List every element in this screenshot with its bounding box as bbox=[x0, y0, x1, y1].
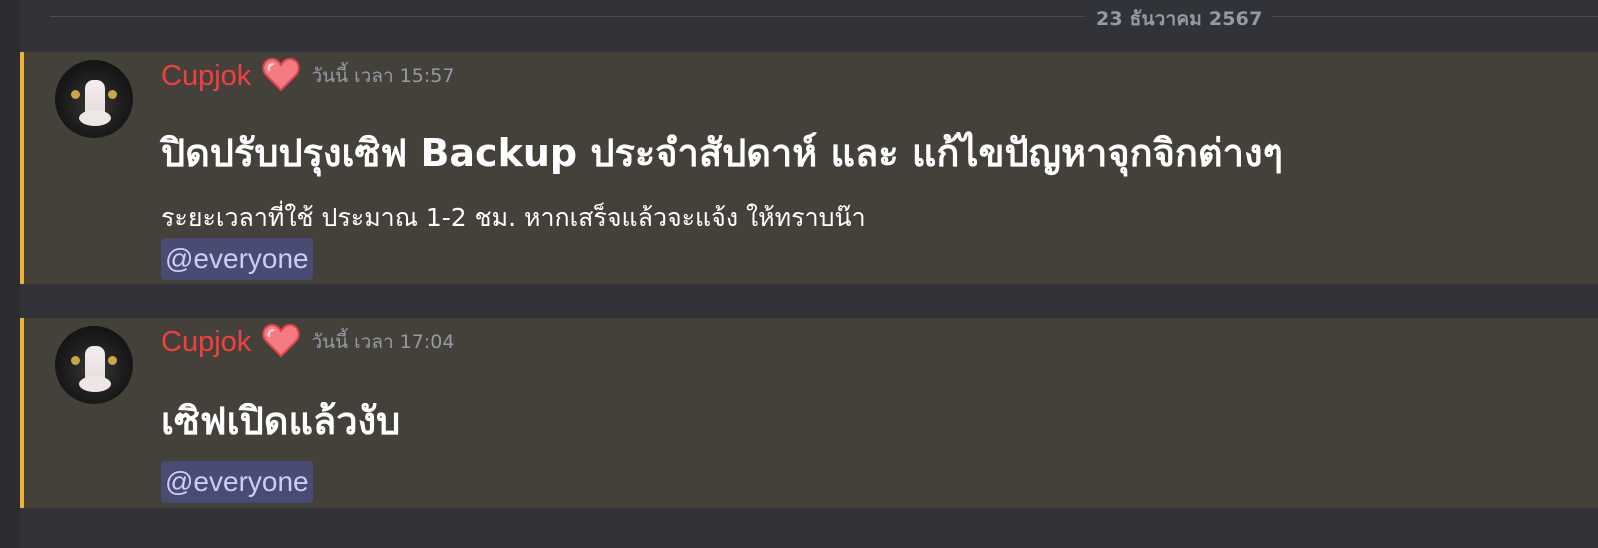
message-item[interactable]: Cupjok วันนี้ เวลา 17:04 เซิฟเปิดแล้วงับ… bbox=[20, 318, 1598, 508]
avatar-eye bbox=[108, 90, 117, 99]
message-body: ระยะเวลาที่ใช้ ประมาณ 1-2 ชม. หากเสร็จแล… bbox=[161, 203, 866, 232]
heart-icon bbox=[262, 322, 300, 362]
message-item[interactable]: Cupjok วันนี้ เวลา 15:57 ปิดปรับปรุงเซิฟ… bbox=[20, 52, 1598, 284]
date-divider: 23 ธันวาคม 2567 bbox=[50, 0, 1598, 32]
message-header: Cupjok วันนี้ เวลา 15:57 bbox=[161, 56, 454, 100]
heart-icon bbox=[262, 56, 300, 96]
avatar-eye bbox=[71, 356, 80, 365]
username[interactable]: Cupjok bbox=[161, 60, 251, 93]
timestamp: วันนี้ เวลา 17:04 bbox=[311, 331, 455, 353]
divider-line-right bbox=[1272, 16, 1598, 17]
timestamp: วันนี้ เวลา 15:57 bbox=[311, 65, 455, 87]
avatar[interactable] bbox=[55, 326, 133, 404]
avatar-eye bbox=[108, 356, 117, 365]
message-title: เซิฟเปิดแล้วงับ bbox=[161, 399, 401, 443]
avatar-eye bbox=[71, 90, 80, 99]
everyone-mention[interactable]: @everyone bbox=[161, 238, 313, 280]
avatar-muzzle bbox=[79, 110, 111, 126]
date-divider-label: 23 ธันวาคม 2567 bbox=[1096, 8, 1263, 30]
left-rail bbox=[0, 0, 20, 548]
message-title: ปิดปรับปรุงเซิฟ Backup ประจำสัปดาห์ และ … bbox=[161, 131, 1283, 175]
divider-line-left bbox=[50, 16, 1085, 17]
avatar-muzzle bbox=[79, 376, 111, 392]
message-header: Cupjok วันนี้ เวลา 17:04 bbox=[161, 322, 454, 366]
avatar[interactable] bbox=[55, 60, 133, 138]
username[interactable]: Cupjok bbox=[161, 326, 251, 359]
everyone-mention[interactable]: @everyone bbox=[161, 461, 313, 503]
